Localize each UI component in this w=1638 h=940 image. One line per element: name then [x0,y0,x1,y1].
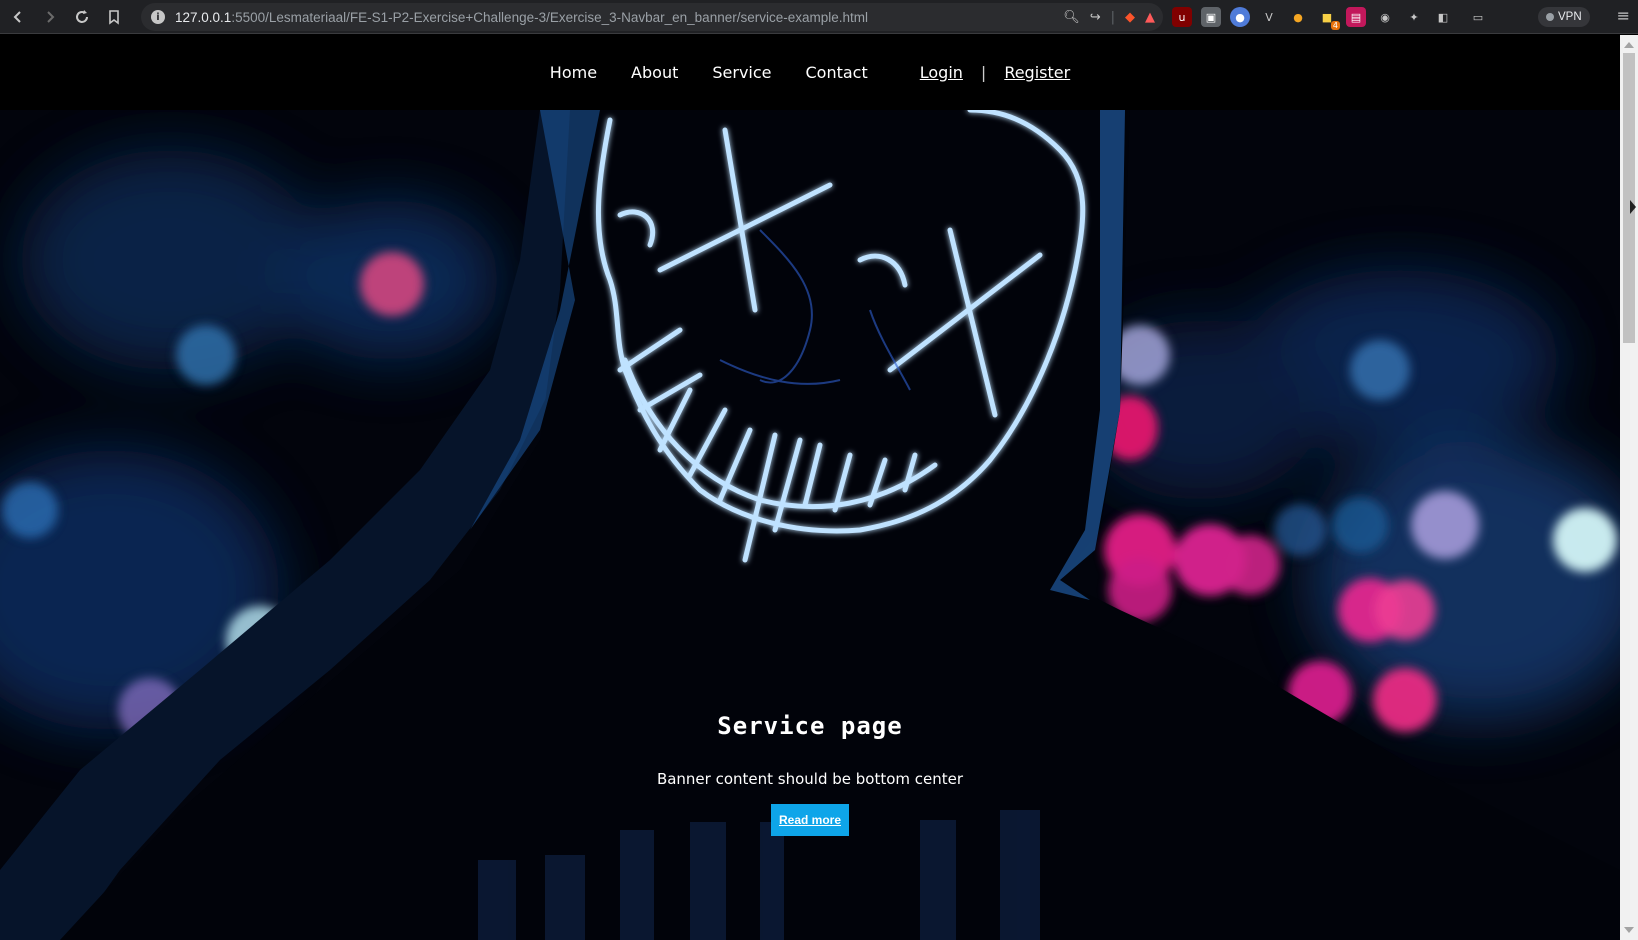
browser-toolbar: i 127.0.0.1:5500/Lesmateriaal/FE-S1-P2-E… [0,0,1638,34]
share-icon[interactable]: ↪ [1090,10,1101,25]
nav-link-about[interactable]: About [631,63,678,82]
color-picker-icon[interactable]: ● [1288,7,1308,27]
mouse-cursor-icon [1630,200,1636,214]
vpn-button[interactable]: VPN [1538,7,1590,27]
banner-title: Service page [717,712,903,740]
nav-links: Home About Service Contact [550,63,868,82]
extension-badge: 4 [1330,21,1340,30]
wallet-icon[interactable]: ▭ [1468,7,1488,27]
page-viewport: Home About Service Contact Login | Regis… [0,35,1620,940]
register-link[interactable]: Register [1004,63,1070,82]
window-extension-icon[interactable]: ▣ [1201,7,1221,27]
auth-links: Login | Register [920,63,1070,82]
vue-devtools-icon[interactable]: V [1259,7,1279,27]
back-icon[interactable] [4,3,32,31]
brave-rewards-icon[interactable]: ▲ [1145,10,1155,25]
divider: | [1110,9,1115,25]
zoom-icon[interactable]: 🔍︎ [1063,10,1080,25]
nav-link-service[interactable]: Service [712,63,771,82]
address-bar[interactable]: i 127.0.0.1:5500/Lesmateriaal/FE-S1-P2-E… [141,3,1163,31]
scroll-thumb[interactable] [1623,53,1635,343]
brave-shield-icon[interactable]: ◆ [1125,10,1135,25]
search-extension-icon[interactable]: ● [1230,7,1250,27]
nav-link-contact[interactable]: Contact [806,63,868,82]
scroll-up-arrow-icon[interactable] [1624,42,1634,48]
banner: Service page Banner content should be bo… [0,110,1620,940]
banner-content: Service page Banner content should be bo… [0,712,1620,836]
auth-separator: | [980,63,987,82]
url-path: :5500/Lesmateriaal/FE-S1-P2-Exercise+Cha… [231,9,869,25]
puzzle-icon[interactable]: ✦ [1404,7,1424,27]
extensions-bar: u ▣ ● V ● ■ 4 ▤ ◉ ✦ ◧ ▭ [1172,6,1488,30]
forward-icon[interactable] [36,3,64,31]
notes-extension-icon[interactable]: ■ 4 [1317,7,1340,30]
reload-icon[interactable] [68,3,96,31]
screenshot-extension-icon[interactable]: ▤ [1346,7,1366,27]
navbar: Home About Service Contact Login | Regis… [0,35,1620,110]
vpn-label: VPN [1558,11,1582,23]
bookmark-icon[interactable] [100,3,128,31]
banner-subtitle: Banner content should be bottom center [656,770,964,788]
url-text[interactable]: 127.0.0.1:5500/Lesmateriaal/FE-S1-P2-Exe… [175,10,868,25]
menu-icon[interactable]: ≡ [1617,6,1630,25]
scroll-down-arrow-icon[interactable] [1624,927,1634,933]
login-link[interactable]: Login [920,63,963,82]
page-scrollbar[interactable] [1620,35,1638,940]
vpn-status-icon [1546,13,1554,21]
site-info-icon[interactable]: i [151,10,165,24]
read-more-button[interactable]: Read more [770,804,850,836]
nav-link-home[interactable]: Home [550,63,597,82]
privacy-extension-icon[interactable]: ◉ [1375,7,1395,27]
sidebar-icon[interactable]: ◧ [1433,7,1453,27]
ublock-icon[interactable]: u [1172,7,1192,27]
url-host: 127.0.0.1 [175,9,232,25]
